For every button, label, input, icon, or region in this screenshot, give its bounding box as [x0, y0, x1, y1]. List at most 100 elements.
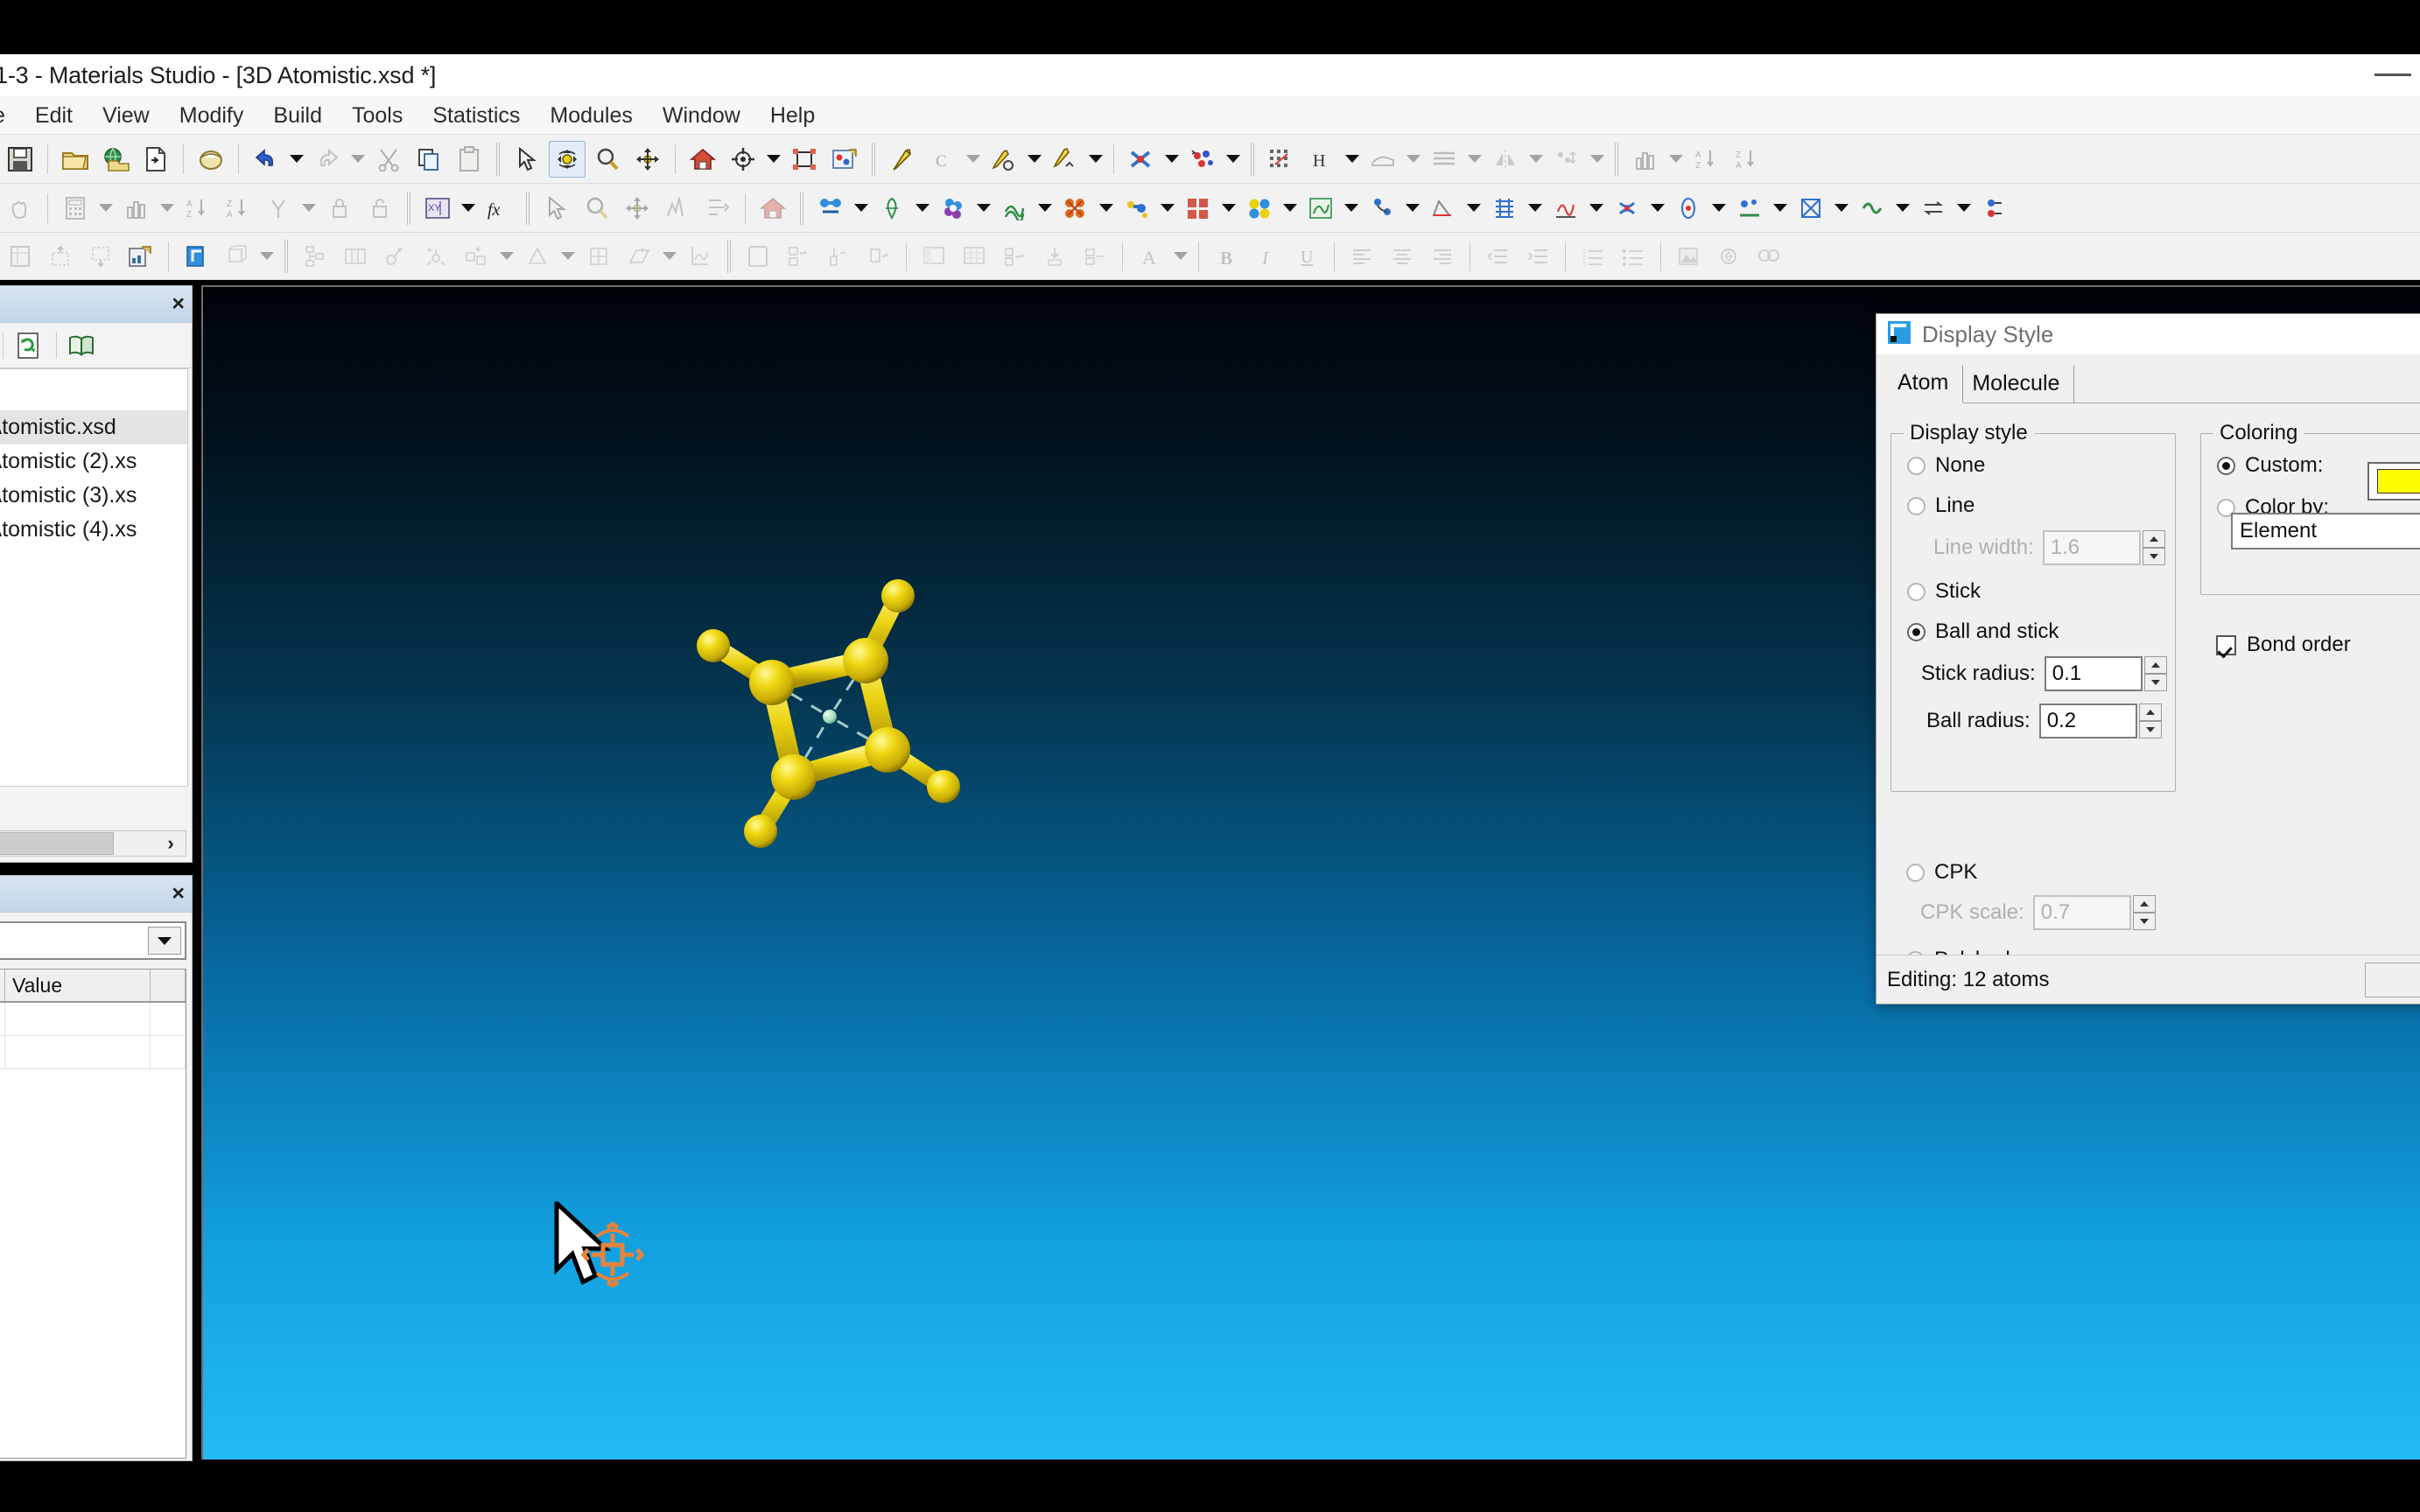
zoom-view-icon[interactable]: [589, 141, 626, 178]
sort-az-icon[interactable]: AZ: [179, 190, 216, 227]
grid-view-icon[interactable]: [337, 238, 374, 275]
add-bond-icon[interactable]: [377, 238, 414, 275]
chart-icon[interactable]: [1627, 141, 1664, 178]
menu-item-statistics[interactable]: Statistics: [417, 96, 535, 135]
hierarchy-icon[interactable]: [297, 238, 333, 275]
chart-select-icon[interactable]: [538, 190, 575, 227]
mesocite-icon[interactable]: [996, 190, 1033, 227]
save-icon[interactable]: [2, 141, 39, 178]
line-width-input[interactable]: 1.6: [2042, 530, 2141, 565]
radio-button[interactable]: [1907, 582, 1925, 601]
undo-icon[interactable]: [248, 141, 284, 178]
properties-grid[interactable]: Value e: [0, 969, 186, 1459]
calculator-icon[interactable]: [57, 190, 94, 227]
property-filter-select[interactable]: All: [0, 921, 186, 960]
dmol3-arrow[interactable]: [1158, 190, 1177, 227]
radio-button[interactable]: [2217, 456, 2235, 475]
supercell-icon[interactable]: [580, 238, 617, 275]
refresh-icon[interactable]: [9, 328, 47, 363]
radio-button[interactable]: [1906, 863, 1925, 882]
indent-increase-icon[interactable]: [1519, 238, 1556, 275]
document-view-icon[interactable]: [178, 238, 214, 275]
radio-button[interactable]: [1907, 496, 1925, 515]
lattice-edit-icon[interactable]: [218, 238, 255, 275]
radio-custom-color[interactable]: Custom:: [2217, 453, 2323, 478]
tree-root-item[interactable]: 21-3: [0, 374, 187, 410]
mesocite-arrow[interactable]: [1035, 190, 1055, 227]
symmetry-icon[interactable]: [1487, 141, 1524, 178]
pan-view-icon[interactable]: [629, 141, 666, 178]
insert-field-icon[interactable]: [780, 238, 817, 275]
indent-decrease-icon[interactable]: [1479, 238, 1516, 275]
morphology-arrow[interactable]: [1403, 190, 1422, 227]
help-button[interactable]: [2365, 962, 2420, 998]
radio-button[interactable]: [1907, 622, 1925, 641]
synthia-icon[interactable]: [1854, 190, 1890, 227]
adjust-atoms-arrow[interactable]: [1224, 141, 1243, 178]
font-arrow[interactable]: [1171, 238, 1190, 275]
cpk-scale-field[interactable]: CPK scale: 0.7: [1920, 895, 2156, 930]
amorphous-arrow[interactable]: [974, 190, 993, 227]
synthia-arrow[interactable]: [1893, 190, 1912, 227]
qmera-arrow[interactable]: [1648, 190, 1667, 227]
sketch-ring-arrow[interactable]: [1025, 141, 1044, 178]
rotate-view-icon[interactable]: [549, 140, 586, 178]
dmol3-icon[interactable]: [1119, 190, 1155, 227]
column-insert-icon[interactable]: [996, 238, 1033, 275]
histogram-icon[interactable]: [118, 190, 155, 227]
radio-button[interactable]: [1907, 456, 1925, 475]
forcite-icon[interactable]: [812, 190, 849, 227]
table-row[interactable]: [0, 1003, 186, 1036]
onetep-icon[interactable]: [1547, 190, 1584, 227]
measure-hand-icon[interactable]: [2, 190, 39, 227]
italic-icon[interactable]: I: [1248, 238, 1285, 275]
fit-to-screen-icon[interactable]: [786, 141, 823, 178]
radio-cpk[interactable]: CPK: [1906, 860, 1977, 885]
sort-descending-icon[interactable]: ZA: [1729, 141, 1765, 178]
align-left-icon[interactable]: [1343, 238, 1380, 275]
chart-zoom-icon[interactable]: [579, 190, 615, 227]
histogram-arrow[interactable]: [158, 190, 177, 227]
menu-item-modify[interactable]: Modify: [165, 96, 259, 135]
gulp-icon[interactable]: [1486, 190, 1523, 227]
lattice-edit-arrow[interactable]: [257, 238, 277, 275]
scrollbar-thumb[interactable]: [0, 832, 114, 855]
export-document-icon[interactable]: [137, 141, 174, 178]
library-icon[interactable]: [62, 328, 101, 363]
forcite-arrow[interactable]: [852, 190, 871, 227]
table-row[interactable]: e: [0, 1036, 186, 1069]
redo-icon[interactable]: [309, 141, 346, 178]
open-folder-icon[interactable]: [57, 141, 94, 178]
project-tree[interactable]: 21-3 3D Atomistic.xsd 3D Atomistic (2).x…: [0, 368, 188, 787]
radio-none[interactable]: None: [1907, 453, 1985, 478]
cpk-scale-stepper[interactable]: [2132, 895, 2156, 930]
table-insert-icon[interactable]: [915, 238, 952, 275]
menu-item-modules[interactable]: Modules: [535, 96, 648, 135]
calculator-arrow[interactable]: [96, 190, 116, 227]
line-width-field[interactable]: Line width: 1.6: [1933, 530, 2165, 565]
adsorption-icon[interactable]: [1731, 190, 1768, 227]
ball-radius-input[interactable]: 0.2: [2038, 704, 2137, 738]
study-table-icon[interactable]: [2, 238, 39, 275]
ball-radius-stepper[interactable]: [2138, 704, 2162, 738]
tree-item-0[interactable]: 3D Atomistic.xsd: [0, 410, 187, 444]
onetep-arrow[interactable]: [1587, 190, 1606, 227]
surface-icon[interactable]: [1364, 141, 1401, 178]
table-tool-arrow[interactable]: [459, 190, 478, 227]
insert-object-icon[interactable]: [820, 238, 857, 275]
sketch-bond-icon[interactable]: [1047, 141, 1084, 178]
table-tool-icon[interactable]: XY: [419, 190, 456, 227]
blends-icon[interactable]: [873, 190, 910, 227]
chart-pan-icon[interactable]: [619, 190, 656, 227]
display-style-dialog[interactable]: Display Style Atom Molecule Display styl…: [1876, 313, 2420, 1004]
menu-item-view[interactable]: View: [88, 96, 165, 135]
paste-icon[interactable]: [451, 141, 488, 178]
xcell-arrow[interactable]: [1832, 190, 1851, 227]
tree-item-1[interactable]: 3D Atomistic (2).xs: [0, 444, 187, 479]
chart-peak-icon[interactable]: [659, 190, 696, 227]
layers-arrow[interactable]: [1465, 141, 1484, 178]
chevron-down-icon[interactable]: [148, 927, 181, 955]
measure-angle-icon[interactable]: [519, 238, 556, 275]
adjust-atoms-icon[interactable]: [1184, 141, 1221, 178]
move-atoms-arrow[interactable]: [1588, 141, 1607, 178]
